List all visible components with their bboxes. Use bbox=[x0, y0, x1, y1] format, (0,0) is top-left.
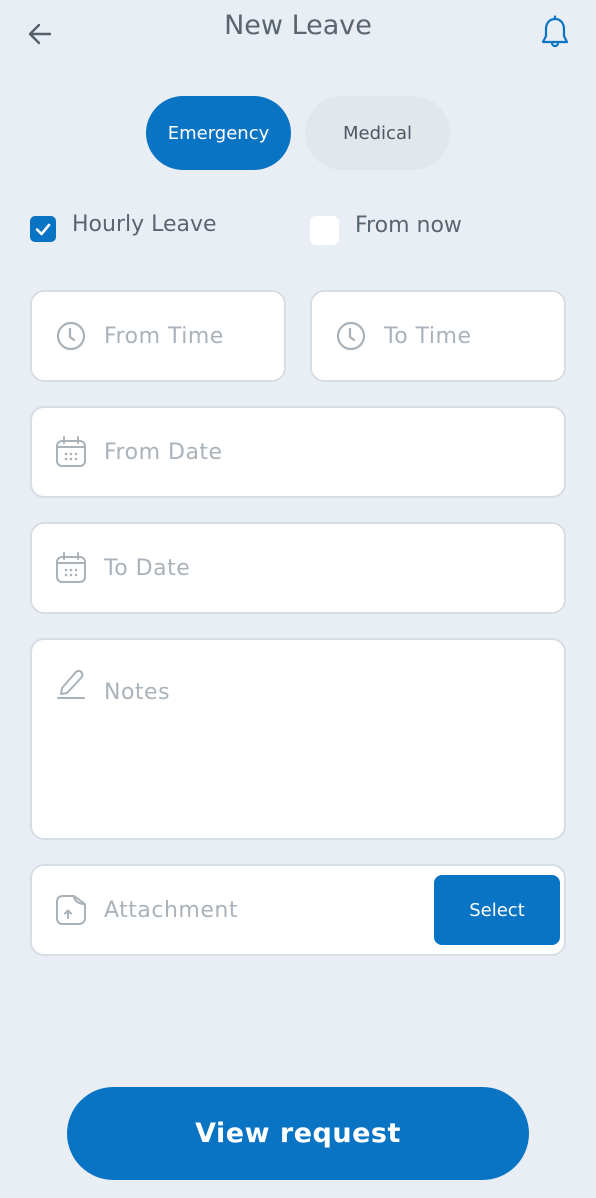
hourly-leave-label: Hourly Leave bbox=[72, 211, 217, 237]
notifications-button[interactable] bbox=[536, 14, 574, 52]
attachment-field: Attachment Select bbox=[30, 864, 566, 956]
page-title: New Leave bbox=[224, 10, 372, 41]
from-time-field[interactable]: From Time bbox=[30, 290, 286, 382]
leave-type-medical[interactable]: Medical bbox=[305, 96, 450, 170]
check-icon bbox=[35, 223, 51, 236]
from-time-placeholder: From Time bbox=[104, 323, 224, 349]
checkbox-checked[interactable] bbox=[30, 216, 56, 242]
notes-placeholder: Notes bbox=[104, 680, 171, 705]
leave-options: Hourly Leave From now bbox=[30, 206, 570, 246]
from-date-placeholder: From Date bbox=[104, 439, 223, 465]
calendar-icon bbox=[54, 435, 88, 469]
from-now-checkbox[interactable]: From now bbox=[310, 206, 462, 245]
select-attachment-button[interactable]: Select bbox=[434, 875, 560, 945]
attachment-placeholder: Attachment bbox=[104, 897, 238, 923]
from-now-label: From now bbox=[355, 213, 462, 238]
hourly-leave-checkbox[interactable]: Hourly Leave bbox=[30, 206, 217, 242]
to-date-placeholder: To Date bbox=[104, 555, 191, 581]
from-date-field[interactable]: From Date bbox=[30, 406, 566, 498]
to-date-field[interactable]: To Date bbox=[30, 522, 566, 614]
app-header: New Leave bbox=[0, 0, 596, 64]
leave-type-selector: Emergency Medical bbox=[146, 96, 450, 170]
leave-type-emergency[interactable]: Emergency bbox=[146, 96, 291, 170]
to-time-placeholder: To Time bbox=[384, 323, 472, 349]
view-request-button[interactable]: View request bbox=[67, 1087, 529, 1180]
bell-icon bbox=[541, 15, 569, 48]
to-time-field[interactable]: To Time bbox=[310, 290, 566, 382]
file-upload-icon bbox=[54, 893, 88, 927]
notes-textarea[interactable]: Notes bbox=[30, 638, 566, 840]
clock-icon bbox=[334, 319, 368, 353]
checkbox-unchecked[interactable] bbox=[310, 216, 339, 245]
clock-icon bbox=[54, 319, 88, 353]
pencil-icon bbox=[54, 666, 88, 700]
calendar-icon bbox=[54, 551, 88, 585]
